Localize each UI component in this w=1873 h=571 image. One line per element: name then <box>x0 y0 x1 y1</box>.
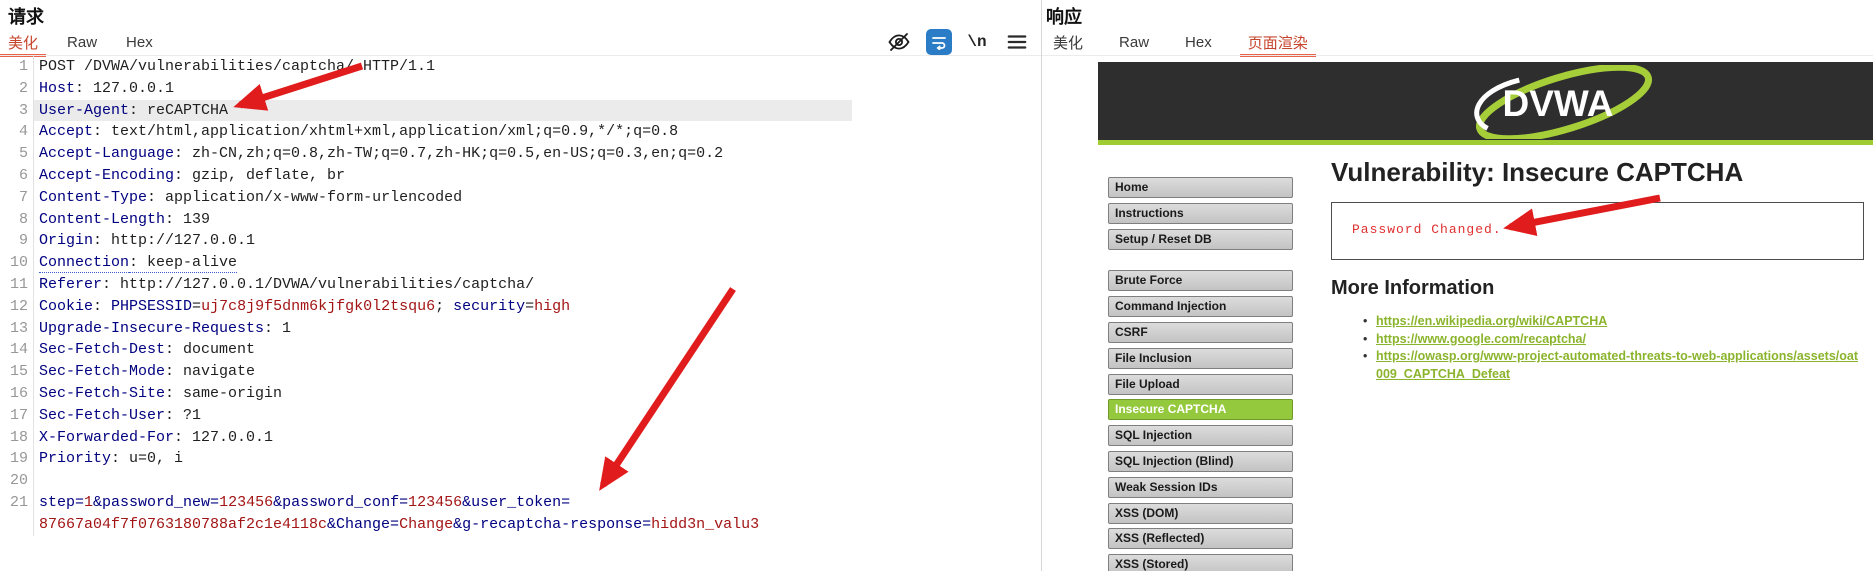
menu-item-sql-injection-blind[interactable]: SQL Injection (Blind) <box>1108 450 1293 472</box>
line-number: 2 <box>0 77 34 100</box>
request-line: 5 Accept-Language: zh-CN,zh;q=0.8,zh-TW;q… <box>0 143 1040 165</box>
request-tab[interactable]: Hex <box>126 34 153 51</box>
link-item: • https://owasp.org/www-project-automated… <box>1363 348 1868 383</box>
line-number: 15 <box>0 361 34 383</box>
request-tab-bar: 美化 Raw Hex <box>0 29 153 57</box>
response-tab-divider <box>1042 55 1873 56</box>
newline-icon[interactable]: \n <box>964 30 990 54</box>
request-line: 15 Sec-Fetch-Mode: navigate <box>0 361 1040 383</box>
more-information-heading: More Information <box>1331 277 1495 299</box>
request-line: 1 POST /DVWA/vulnerabilities/captcha/ HTT… <box>0 56 1040 78</box>
request-line: 2 Host: 127.0.0.1 <box>0 77 1040 100</box>
line-number: 9 <box>0 230 34 253</box>
request-line: 12 Cookie: PHPSESSID=uj7c8j9f5dnm6kjfgk0l… <box>0 295 1040 318</box>
request-line: 19 Priority: u=0, i <box>0 448 1040 471</box>
link-item: • https://en.wikipedia.org/wiki/CAPTCHA <box>1363 313 1868 331</box>
request-line: 18 X-Forwarded-For: 127.0.0.1 <box>0 426 1040 449</box>
line-number: 17 <box>0 404 34 427</box>
external-link[interactable]: https://owasp.org/www-project-automated-… <box>1376 349 1858 381</box>
line-number <box>0 513 34 536</box>
menu-item-file-upload[interactable]: File Upload <box>1108 373 1293 395</box>
more-information-links: • https://en.wikipedia.org/wiki/CAPTCHA • h… <box>1363 313 1868 383</box>
response-tab[interactable]: 页面渲染 <box>1239 32 1316 57</box>
request-line: 87667a04f7f0763180788af2c1e4118c&Change=… <box>0 513 1040 536</box>
password-changed-message: Password Changed. <box>1352 222 1502 237</box>
line-number: 19 <box>0 448 34 471</box>
hide-eye-icon[interactable] <box>886 30 912 54</box>
menu-item-file-inclusion[interactable]: File Inclusion <box>1108 347 1293 369</box>
request-code-editor[interactable]: 1 POST /DVWA/vulnerabilities/captcha/ HTT… <box>0 56 1040 536</box>
line-number: 1 <box>0 56 34 78</box>
request-line: 11 Referer: http://127.0.0.1/DVWA/vulnera… <box>0 273 1040 296</box>
request-line: 7 Content-Type: application/x-www-form-ur… <box>0 186 1040 209</box>
request-line: 9 Origin: http://127.0.0.1 <box>0 230 1040 253</box>
request-line: 10 Connection: keep-alive <box>0 252 1040 274</box>
external-link[interactable]: https://en.wikipedia.org/wiki/CAPTCHA <box>1376 314 1607 328</box>
line-number: 20 <box>0 470 34 492</box>
bullet: • <box>1363 331 1368 346</box>
line-number: 14 <box>0 339 34 362</box>
message-box: Password Changed. <box>1331 202 1864 260</box>
request-line: 14 Sec-Fetch-Dest: document <box>0 339 1040 362</box>
response-tab-bar: 美化 Raw Hex 页面渲染 <box>1053 29 1316 57</box>
line-number: 4 <box>0 121 34 144</box>
menu-item-brute-force[interactable]: Brute Force <box>1108 270 1293 292</box>
menu-item-home[interactable]: Home <box>1108 177 1293 198</box>
bullet: • <box>1363 349 1368 363</box>
line-number: 8 <box>0 208 34 231</box>
line-number: 5 <box>0 143 34 165</box>
hamburger-menu-icon[interactable] <box>1004 30 1030 54</box>
page-title: Vulnerability: Insecure CAPTCHA <box>1331 157 1744 187</box>
dvwa-logo-text: DVWA <box>1503 83 1614 124</box>
request-line: 17 Sec-Fetch-User: ?1 <box>0 404 1040 427</box>
line-number: 13 <box>0 317 34 340</box>
request-line: 21 step=1&password_new=123456&password_co… <box>0 491 1040 514</box>
panel-divider[interactable] <box>1041 0 1042 571</box>
request-line: 13 Upgrade-Insecure-Requests: 1 <box>0 317 1040 340</box>
line-number: 7 <box>0 186 34 209</box>
external-link[interactable]: https://www.google.com/recaptcha/ <box>1376 332 1586 346</box>
response-tab[interactable]: Hex <box>1185 34 1212 51</box>
menu-item-command-injection[interactable]: Command Injection <box>1108 296 1293 318</box>
response-tab[interactable]: 美化 <box>1053 32 1083 53</box>
line-number: 18 <box>0 426 34 449</box>
response-panel-title: 响应 <box>1046 7 1082 27</box>
line-number: 10 <box>0 252 34 274</box>
menu-item-xss-dom[interactable]: XSS (DOM) <box>1108 502 1293 524</box>
line-number: 3 <box>0 99 34 122</box>
request-line: 20 <box>0 470 1040 492</box>
request-tab[interactable]: Raw <box>67 34 97 51</box>
menu-item-setup-reset-db[interactable]: Setup / Reset DB <box>1108 228 1293 250</box>
rendered-page-viewport: DVWA Home Instructions Setup / Reset DB Bru… <box>1098 57 1873 571</box>
bullet: • <box>1363 314 1368 328</box>
menu-item-sql-injection[interactable]: SQL Injection <box>1108 425 1293 447</box>
dvwa-logo: DVWA <box>1446 63 1676 144</box>
request-line: 6 Accept-Encoding: gzip, deflate, br <box>0 164 1040 187</box>
request-tab[interactable]: 美化 <box>0 32 47 57</box>
menu-item-weak-session-ids[interactable]: Weak Session IDs <box>1108 476 1293 498</box>
menu-item-xss-reflected[interactable]: XSS (Reflected) <box>1108 528 1293 550</box>
request-line: 8 Content-Length: 139 <box>0 208 1040 231</box>
line-number: 16 <box>0 382 34 405</box>
menu-item-csrf[interactable]: CSRF <box>1108 321 1293 343</box>
response-tab[interactable]: Raw <box>1119 34 1149 51</box>
menu-item-xss-stored[interactable]: XSS (Stored) <box>1108 554 1293 571</box>
menu-item-instructions[interactable]: Instructions <box>1108 202 1293 224</box>
line-number: 21 <box>0 491 34 514</box>
link-item: • https://www.google.com/recaptcha/ <box>1363 331 1868 349</box>
line-number: 12 <box>0 295 34 318</box>
menu-item-insecure-captcha[interactable]: Insecure CAPTCHA <box>1108 399 1293 421</box>
line-number: 11 <box>0 273 34 296</box>
dvwa-menu: Home Instructions Setup / Reset DB Brute Fo… <box>1108 177 1293 571</box>
request-line: 4 Accept: text/html,application/xhtml+xml… <box>0 121 1040 144</box>
line-number: 6 <box>0 164 34 187</box>
request-line: 3 User-Agent: reCAPTCHA <box>0 99 1040 122</box>
word-wrap-icon[interactable] <box>926 29 952 55</box>
request-panel-title: 请求 <box>8 7 44 27</box>
request-line: 16 Sec-Fetch-Site: same-origin <box>0 382 1040 405</box>
